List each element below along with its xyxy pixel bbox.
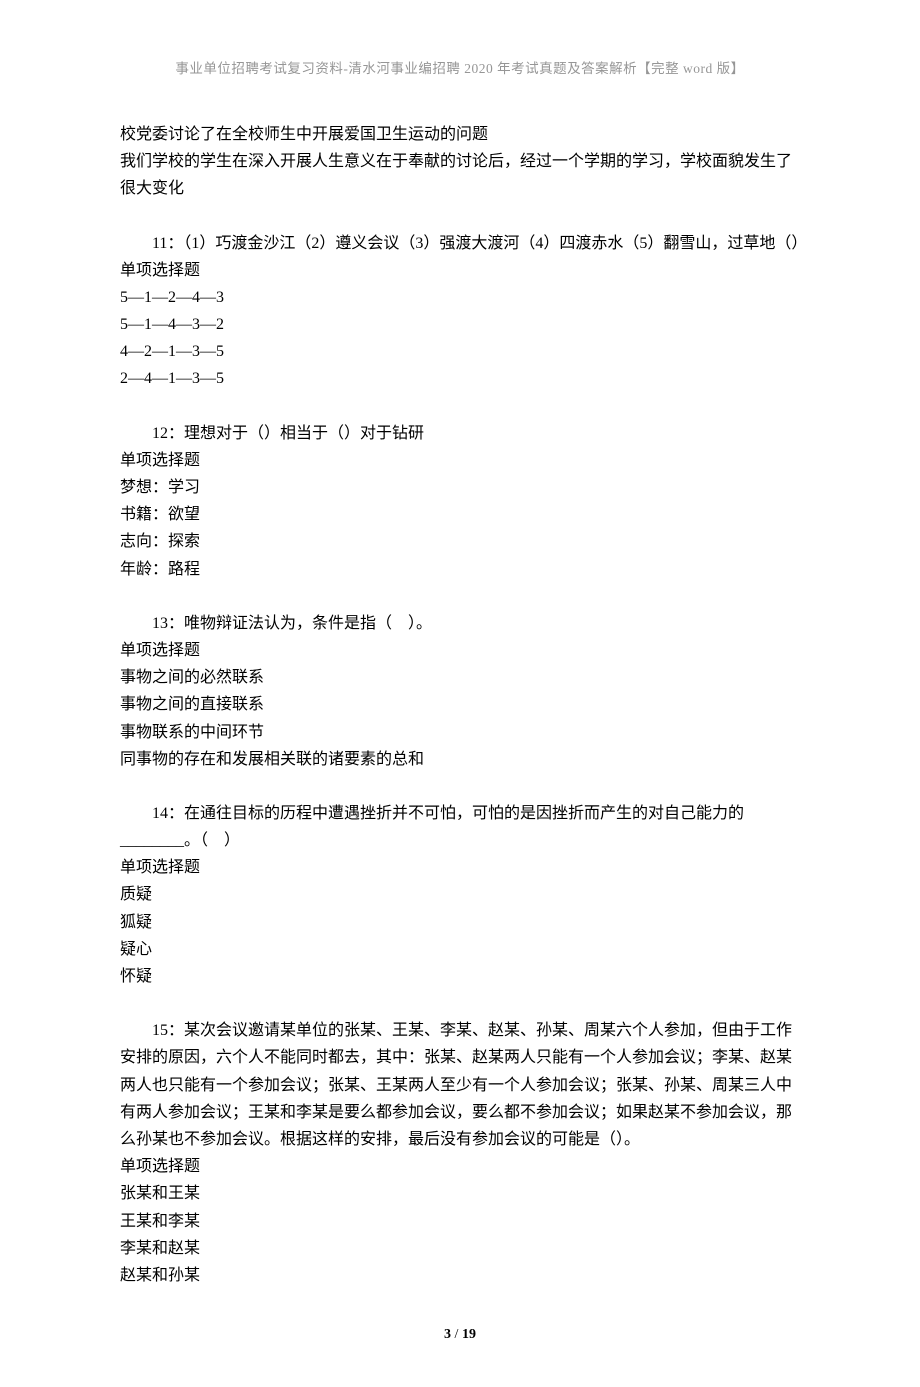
- q12-type: 单项选择题: [120, 447, 800, 474]
- page-sep: /: [451, 1327, 462, 1342]
- q12-stem: 12：理想对于（）相当于（）对于钻研: [120, 420, 800, 447]
- q15-opt-c: 李某和赵某: [120, 1235, 800, 1262]
- q11-stem: 11：（1）巧渡金沙江（2）遵义会议（3）强渡大渡河（4）四渡赤水（5）翻雪山，…: [120, 230, 800, 257]
- q14-opt-a: 质疑: [120, 881, 800, 908]
- q14-type: 单项选择题: [120, 854, 800, 881]
- q12-opt-d: 年龄：路程: [120, 556, 800, 583]
- q11-type: 单项选择题: [120, 257, 800, 284]
- page-current: 3: [444, 1327, 451, 1342]
- q15-type: 单项选择题: [120, 1153, 800, 1180]
- q15-stem: 15：某次会议邀请某单位的张某、王某、李某、赵某、孙某、周某六个人参加，但由于工…: [120, 1017, 800, 1153]
- q14-opt-b: 狐疑: [120, 909, 800, 936]
- q11-opt-c: 4—2—1—3—5: [120, 338, 800, 365]
- q14-stem: 14：在通往目标的历程中遭遇挫折并不可怕，可怕的是因挫折而产生的对自己能力的__…: [120, 800, 800, 854]
- q11-opt-a: 5—1—2—4—3: [120, 284, 800, 311]
- page-total: 19: [462, 1327, 476, 1342]
- page-header: 事业单位招聘考试复习资料-清水河事业编招聘 2020 年考试真题及答案解析【完整…: [120, 58, 800, 81]
- q14-opt-c: 疑心: [120, 936, 800, 963]
- q11-opt-d: 2—4—1—3—5: [120, 365, 800, 392]
- q11-opt-b: 5—1—4—3—2: [120, 311, 800, 338]
- orphan-line-1: 校党委讨论了在全校师生中开展爱国卫生运动的问题: [120, 121, 800, 148]
- q13-stem: 13：唯物辩证法认为，条件是指（ ）。: [120, 610, 800, 637]
- q12-opt-c: 志向：探索: [120, 528, 800, 555]
- q12-opt-a: 梦想：学习: [120, 474, 800, 501]
- q15-opt-a: 张某和王某: [120, 1180, 800, 1207]
- q15-opt-d: 赵某和孙某: [120, 1262, 800, 1289]
- q15-opt-b: 王某和李某: [120, 1208, 800, 1235]
- q13-opt-b: 事物之间的直接联系: [120, 691, 800, 718]
- q13-opt-a: 事物之间的必然联系: [120, 664, 800, 691]
- document-page: 事业单位招聘考试复习资料-清水河事业编招聘 2020 年考试真题及答案解析【完整…: [0, 0, 920, 1387]
- q13-type: 单项选择题: [120, 637, 800, 664]
- q13-opt-d: 同事物的存在和发展相关联的诸要素的总和: [120, 746, 800, 773]
- q13-opt-c: 事物联系的中间环节: [120, 719, 800, 746]
- q14-opt-d: 怀疑: [120, 963, 800, 990]
- q12-opt-b: 书籍：欲望: [120, 501, 800, 528]
- page-footer: 3 / 19: [120, 1323, 800, 1347]
- orphan-line-2: 我们学校的学生在深入开展人生意义在于奉献的讨论后，经过一个学期的学习，学校面貌发…: [120, 148, 800, 202]
